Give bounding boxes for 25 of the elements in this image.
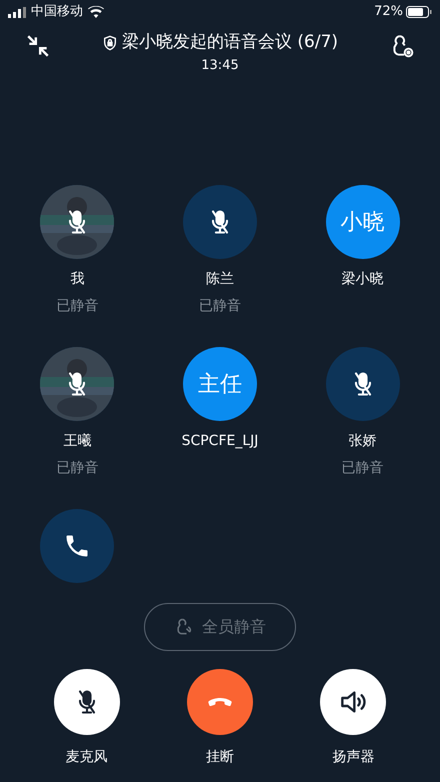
battery-percentage: 72% [374,3,403,22]
control-label: 扬声器 [332,748,374,767]
carrier-name: 中国移动 [31,3,83,22]
participant-name: 我 [70,270,84,289]
shield-lock-icon [102,34,118,51]
hang-up-icon [208,698,232,706]
control-label: 挂断 [206,748,234,767]
wifi-icon [88,6,104,18]
participant-name: 王曦 [63,432,92,451]
participant-name: 张娇 [348,432,377,451]
call-duration: 13:45 [201,56,239,74]
mute-status: 已静音 [198,297,241,316]
avatar-initials: 小晓 [340,208,385,236]
mute-status: 已静音 [56,459,98,478]
participant-name: 梁小晓 [342,270,384,289]
participant-name: 陈兰 [206,270,234,289]
avatar-initials: 主任 [198,370,242,398]
control-label: 麦克风 [66,748,108,767]
mute-status: 已静音 [342,459,384,478]
mute-status: 已静音 [56,297,98,316]
participant-name: SCPCFE_LJJ [182,432,258,451]
signal-icon [8,6,26,18]
battery-icon [406,6,432,18]
window-title: 梁小晓发起的语音会议 (6/7) [122,31,338,54]
minimize-icon [25,33,51,59]
